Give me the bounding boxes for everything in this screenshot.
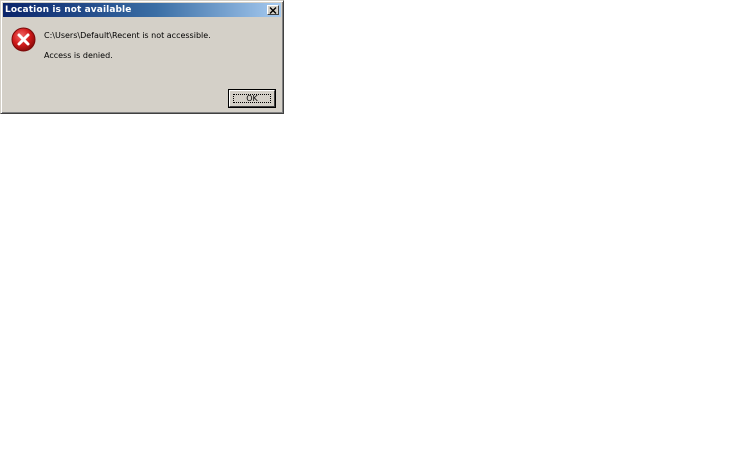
ok-button-label: OK xyxy=(246,94,258,103)
dialog-title: Location is not available xyxy=(5,5,132,15)
error-message-path: C:\Users\Default\Recent is not accessibl… xyxy=(44,31,211,40)
close-icon xyxy=(269,6,277,14)
error-icon xyxy=(11,27,36,52)
ok-button-frame: OK xyxy=(228,89,276,108)
error-message-reason: Access is denied. xyxy=(44,51,113,60)
dialog-titlebar[interactable]: Location is not available xyxy=(3,3,281,17)
close-button[interactable] xyxy=(267,5,279,15)
error-dialog: Location is not available C:\Users\Defau… xyxy=(0,0,284,114)
ok-button[interactable]: OK xyxy=(229,90,275,107)
